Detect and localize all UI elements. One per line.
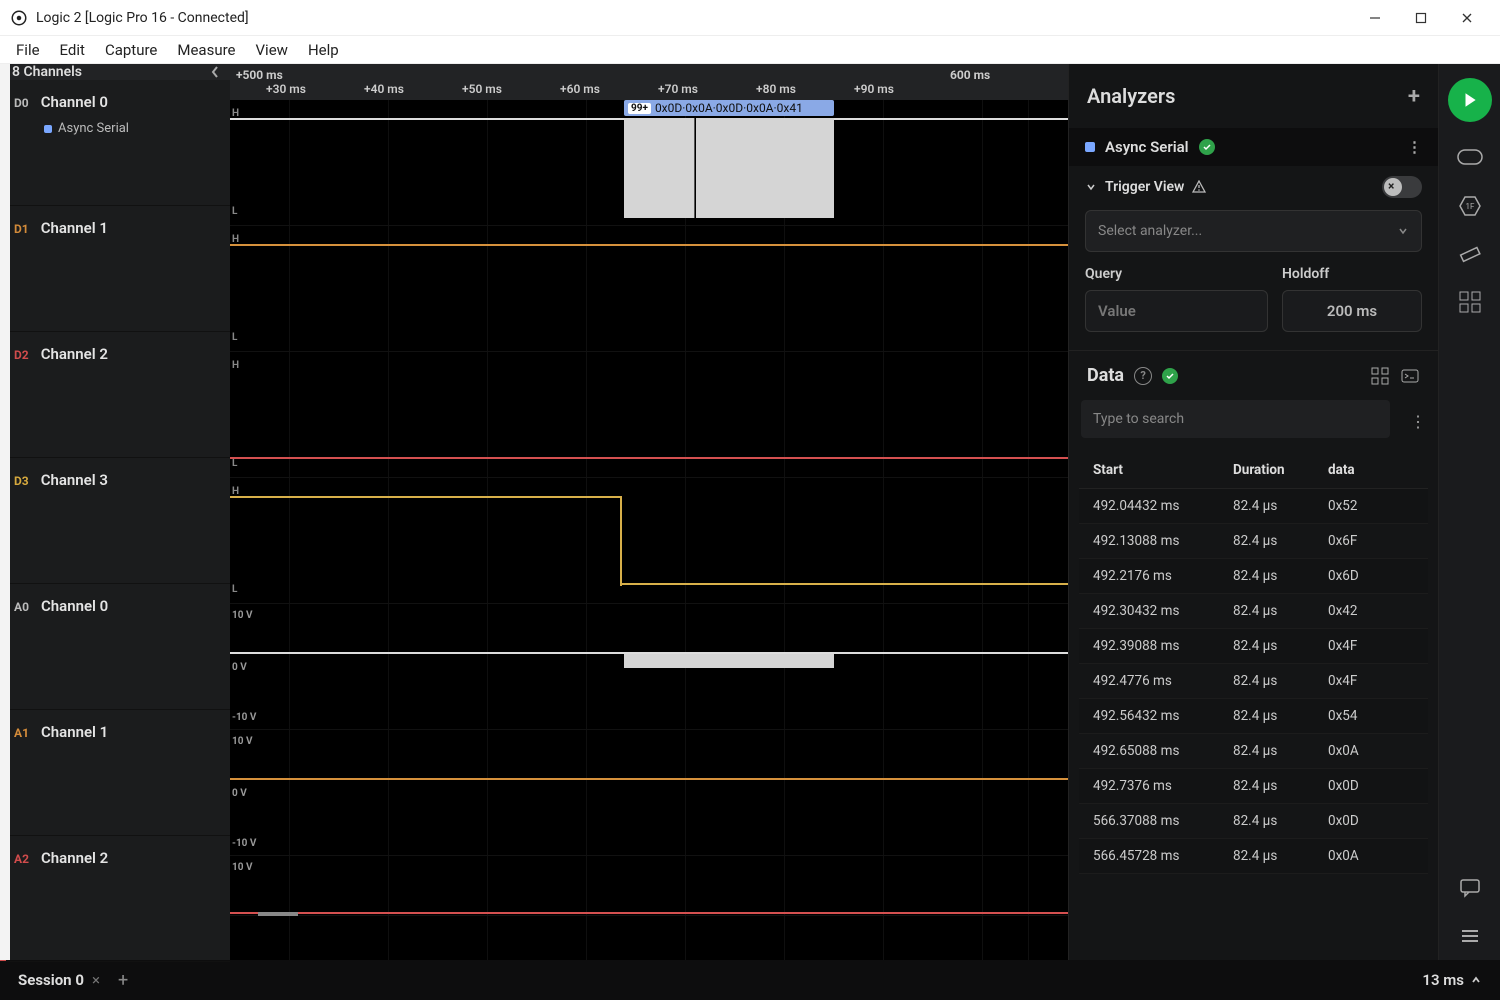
- trigger-view-label[interactable]: Trigger View: [1105, 179, 1184, 195]
- timescale-tick: +30 ms: [266, 82, 306, 96]
- add-analyzer-button[interactable]: +: [1408, 84, 1420, 109]
- channel-a2[interactable]: A2Channel 2: [0, 836, 230, 962]
- analyzer-menu-button[interactable]: ⋮: [1407, 138, 1422, 156]
- table-row[interactable]: 492.30432 ms82.4 µs0x42: [1079, 594, 1428, 629]
- help-icon[interactable]: ?: [1134, 367, 1152, 385]
- decode-text: 0x0D·0x0A·0x0D·0x0A·0x41: [655, 101, 803, 115]
- table-row[interactable]: 566.45728 ms82.4 µs0x0A: [1079, 839, 1428, 874]
- maximize-button[interactable]: [1398, 3, 1444, 33]
- menu-edit[interactable]: Edit: [60, 41, 85, 59]
- lane-d3[interactable]: HL: [230, 478, 1068, 604]
- data-title: Data: [1087, 365, 1124, 386]
- analyzer-color-dot: [1085, 142, 1095, 152]
- table-header: Start Duration data: [1079, 452, 1428, 489]
- holdoff-label: Holdoff: [1282, 266, 1422, 282]
- warning-icon: [1192, 180, 1206, 194]
- table-row[interactable]: 492.04432 ms82.4 µs0x52: [1079, 489, 1428, 524]
- lane-a2[interactable]: 10 V: [230, 856, 1068, 916]
- timescale-tick: +80 ms: [756, 82, 796, 96]
- panels-icon[interactable]: [1456, 290, 1484, 314]
- timescale-tick: +50 ms: [462, 82, 502, 96]
- hex-icon[interactable]: 1F: [1456, 194, 1484, 218]
- timescale-tick: +90 ms: [854, 82, 894, 96]
- holdoff-input[interactable]: 200 ms: [1282, 290, 1422, 332]
- table-row[interactable]: 492.7376 ms82.4 µs0x0D: [1079, 769, 1428, 804]
- channels-count: 8 Channels: [12, 64, 82, 80]
- channel-a0[interactable]: A0Channel 0: [0, 584, 230, 710]
- run-button[interactable]: [1448, 78, 1492, 122]
- analyzers-panel: Analyzers + Async Serial ⋮ Trigger View …: [1068, 64, 1438, 960]
- timescale-tick: +70 ms: [658, 82, 698, 96]
- zoom-level[interactable]: 13 ms: [1422, 971, 1464, 989]
- table-row[interactable]: 492.56432 ms82.4 µs0x54: [1079, 699, 1428, 734]
- titlebar: Logic 2 [Logic Pro 16 - Connected]: [0, 0, 1500, 36]
- table-row[interactable]: 492.39088 ms82.4 µs0x4F: [1079, 629, 1428, 664]
- analyzers-title: Analyzers: [1087, 84, 1175, 108]
- chevron-left-icon: [210, 65, 220, 79]
- lane-d1[interactable]: HL: [230, 226, 1068, 352]
- app-icon: [10, 9, 28, 27]
- lane-d0[interactable]: HL 99+ 0x0D·0x0A·0x0D·0x0A·0x41: [230, 100, 1068, 226]
- table-row[interactable]: 566.37088 ms82.4 µs0x0D: [1079, 804, 1428, 839]
- menubar: File Edit Capture Measure View Help: [0, 36, 1500, 64]
- ruler-icon[interactable]: [1456, 242, 1484, 266]
- analyzer-name: Async Serial: [1105, 138, 1189, 156]
- lane-d2[interactable]: HL: [230, 352, 1068, 478]
- svg-text:1F: 1F: [1465, 202, 1474, 211]
- query-input[interactable]: Value: [1085, 290, 1268, 332]
- menu-measure[interactable]: Measure: [177, 41, 235, 59]
- timescale-tick: +40 ms: [364, 82, 404, 96]
- channel-sidebar: 8 Channels D0Channel 0Async SerialD1Chan…: [0, 64, 230, 960]
- timescale-tick: +60 ms: [560, 82, 600, 96]
- data-table: Start Duration data 492.04432 ms82.4 µs0…: [1079, 452, 1428, 874]
- analyzer-item[interactable]: Async Serial ⋮: [1069, 128, 1438, 166]
- grid-view-icon[interactable]: [1370, 366, 1390, 386]
- channel-a1[interactable]: A1Channel 1: [0, 710, 230, 836]
- chat-icon[interactable]: [1456, 876, 1484, 900]
- menu-help[interactable]: Help: [308, 41, 339, 59]
- query-label: Query: [1085, 266, 1268, 282]
- channel-d3[interactable]: D3Channel 3: [0, 458, 230, 584]
- add-session-button[interactable]: +: [118, 970, 128, 991]
- check-icon: [1199, 139, 1215, 155]
- channel-d2[interactable]: D2Channel 2: [0, 332, 230, 458]
- channel-d1[interactable]: D1Channel 1: [0, 206, 230, 332]
- menu-icon[interactable]: [1456, 924, 1484, 948]
- close-button[interactable]: [1444, 3, 1490, 33]
- background-gutter: [0, 64, 10, 960]
- menu-capture[interactable]: Capture: [105, 41, 157, 59]
- table-row[interactable]: 492.2176 ms82.4 µs0x6D: [1079, 559, 1428, 594]
- minimize-button[interactable]: [1352, 3, 1398, 33]
- timescale-major-right: 600 ms: [950, 68, 990, 82]
- session-tab[interactable]: Session 0: [18, 971, 84, 989]
- timescale[interactable]: +500 ms 600 ms +30 ms +40 ms +50 ms +60 …: [230, 64, 1068, 100]
- close-session-button[interactable]: ×: [92, 971, 100, 989]
- menu-view[interactable]: View: [256, 41, 288, 59]
- timescale-major-left: +500 ms: [236, 68, 283, 82]
- tool-column: 1F: [1438, 64, 1500, 960]
- menu-file[interactable]: File: [16, 41, 40, 59]
- check-icon: [1162, 368, 1178, 384]
- channels-header[interactable]: 8 Channels: [0, 64, 230, 80]
- decode-bubble[interactable]: 99+ 0x0D·0x0A·0x0D·0x0A·0x41: [624, 100, 834, 116]
- table-row[interactable]: 492.13088 ms82.4 µs0x6F: [1079, 524, 1428, 559]
- waveform-area[interactable]: +500 ms 600 ms +30 ms +40 ms +50 ms +60 …: [230, 64, 1068, 960]
- window-title: Logic 2 [Logic Pro 16 - Connected]: [36, 10, 249, 26]
- channel-d0[interactable]: D0Channel 0Async Serial: [0, 80, 230, 206]
- lane-a1[interactable]: 10 V 0 V -10 V: [230, 730, 1068, 856]
- data-search-input[interactable]: Type to search: [1081, 400, 1390, 438]
- chevron-down-icon: [1397, 225, 1409, 237]
- decode-count-badge: 99+: [628, 103, 651, 114]
- data-menu-button[interactable]: ⋮: [1410, 412, 1426, 431]
- table-row[interactable]: 492.65088 ms82.4 µs0x0A: [1079, 734, 1428, 769]
- terminal-icon[interactable]: [1400, 366, 1420, 386]
- lane-a0[interactable]: 10 V 0 V -10 V: [230, 604, 1068, 730]
- table-row[interactable]: 492.4776 ms82.4 µs0x4F: [1079, 664, 1428, 699]
- chevron-up-icon[interactable]: [1470, 974, 1482, 986]
- device-icon[interactable]: [1456, 146, 1484, 170]
- chevron-down-icon: [1085, 181, 1097, 193]
- trigger-toggle[interactable]: ×: [1382, 176, 1422, 198]
- bottom-bar: Session 0 × + 13 ms: [0, 960, 1500, 1000]
- analyzer-select[interactable]: Select analyzer...: [1085, 210, 1422, 252]
